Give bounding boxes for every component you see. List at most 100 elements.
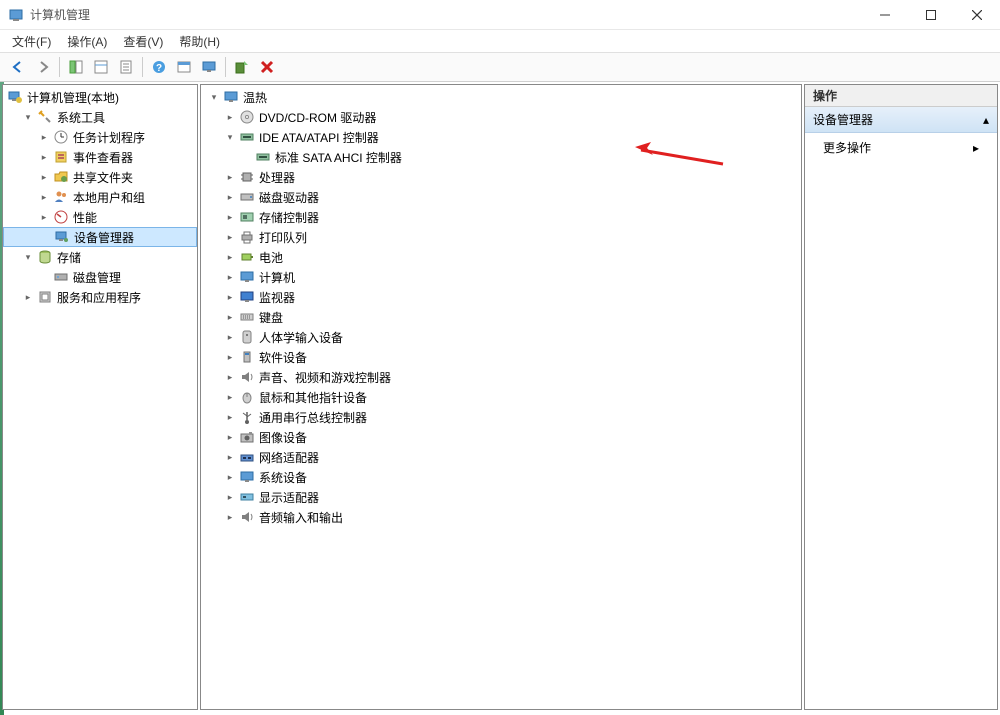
title-bar: 计算机管理 [0, 0, 1000, 30]
actions-section[interactable]: 设备管理器 ▴ [805, 107, 997, 133]
chevron-down-icon[interactable]: ▾ [223, 130, 237, 144]
device-dvd[interactable]: ▸DVD/CD-ROM 驱动器 [201, 107, 801, 127]
chevron-right-icon[interactable]: ▸ [223, 510, 237, 524]
chevron-right-icon[interactable]: ▸ [223, 210, 237, 224]
device-sound[interactable]: ▸声音、视频和游戏控制器 [201, 367, 801, 387]
users-icon [53, 189, 69, 205]
chevron-right-icon[interactable]: ▸ [223, 230, 237, 244]
actions-more[interactable]: 更多操作 ▸ [805, 133, 997, 162]
minimize-button[interactable] [862, 0, 908, 30]
device-computer[interactable]: ▸计算机 [201, 267, 801, 287]
chevron-right-icon[interactable]: ▸ [37, 150, 51, 164]
chevron-right-icon[interactable]: ▸ [223, 310, 237, 324]
system-icon [239, 469, 255, 485]
chevron-right-icon[interactable]: ▸ [223, 190, 237, 204]
actions-header: 操作 [805, 85, 997, 107]
device-audio-io[interactable]: ▸音频输入和输出 [201, 507, 801, 527]
device-disk-drives[interactable]: ▸磁盘驱动器 [201, 187, 801, 207]
chevron-right-icon[interactable]: ▸ [223, 290, 237, 304]
chevron-right-icon[interactable]: ▸ [223, 490, 237, 504]
chevron-right-icon[interactable]: ▸ [223, 390, 237, 404]
device-system[interactable]: ▸系统设备 [201, 467, 801, 487]
device-network[interactable]: ▸网络适配器 [201, 447, 801, 467]
chevron-right-icon[interactable]: ▸ [223, 330, 237, 344]
chevron-right-icon[interactable]: ▸ [223, 250, 237, 264]
chevron-right-icon[interactable]: ▸ [223, 270, 237, 284]
device-software[interactable]: ▸软件设备 [201, 347, 801, 367]
properties-button[interactable] [89, 55, 113, 79]
chevron-down-icon[interactable]: ▾ [21, 110, 35, 124]
chevron-right-icon[interactable]: ▸ [223, 410, 237, 424]
computer-node-icon [239, 269, 255, 285]
device-root[interactable]: ▾ 温热 [201, 87, 801, 107]
menu-view[interactable]: 查看(V) [117, 31, 169, 52]
device-display[interactable]: ▸显示适配器 [201, 487, 801, 507]
tree-shared-folders[interactable]: ▸ 共享文件夹 [3, 167, 197, 187]
chevron-right-icon[interactable]: ▸ [223, 110, 237, 124]
tree-services-apps[interactable]: ▸ 服务和应用程序 [3, 287, 197, 307]
chevron-right-icon[interactable]: ▸ [37, 170, 51, 184]
tree-local-users[interactable]: ▸ 本地用户和组 [3, 187, 197, 207]
close-button[interactable] [954, 0, 1000, 30]
export-list-button[interactable] [114, 55, 138, 79]
chevron-right-icon[interactable]: ▸ [223, 450, 237, 464]
menu-file[interactable]: 文件(F) [6, 31, 57, 52]
device-processor[interactable]: ▸处理器 [201, 167, 801, 187]
chevron-right-icon[interactable]: ▸ [223, 470, 237, 484]
device-hid[interactable]: ▸人体学输入设备 [201, 327, 801, 347]
menu-help[interactable]: 帮助(H) [173, 31, 226, 52]
help-button[interactable]: ? [147, 55, 171, 79]
tree-event-viewer[interactable]: ▸ 事件查看器 [3, 147, 197, 167]
chevron-down-icon[interactable]: ▾ [207, 90, 221, 104]
device-print-queue[interactable]: ▸打印队列 [201, 227, 801, 247]
console-tree[interactable]: 计算机管理(本地) ▾ 系统工具 ▸ 任务计划程序 ▸ 事件查看器 ▸ 共享文件… [2, 84, 198, 710]
cpu-icon [239, 169, 255, 185]
chevron-right-icon[interactable]: ▸ [21, 290, 35, 304]
back-button[interactable] [6, 55, 30, 79]
chevron-right-icon[interactable]: ▸ [223, 370, 237, 384]
mouse-icon [239, 389, 255, 405]
computer-button[interactable] [197, 55, 221, 79]
sound-icon [239, 369, 255, 385]
view-button[interactable] [172, 55, 196, 79]
device-sata-ahci[interactable]: 标准 SATA AHCI 控制器 [201, 147, 801, 167]
chevron-right-icon[interactable]: ▸ [37, 190, 51, 204]
delete-button[interactable] [255, 55, 279, 79]
device-storage-ctrl[interactable]: ▸存储控制器 [201, 207, 801, 227]
device-monitors[interactable]: ▸监视器 [201, 287, 801, 307]
disk-drive-icon [239, 189, 255, 205]
chevron-right-icon[interactable]: ▸ [37, 210, 51, 224]
chevron-down-icon[interactable]: ▾ [21, 250, 35, 264]
tree-disk-management[interactable]: 磁盘管理 [3, 267, 197, 287]
tree-device-manager[interactable]: 设备管理器 [3, 227, 197, 247]
device-battery[interactable]: ▸电池 [201, 247, 801, 267]
scan-hardware-button[interactable] [230, 55, 254, 79]
maximize-button[interactable] [908, 0, 954, 30]
device-usb[interactable]: ▸通用串行总线控制器 [201, 407, 801, 427]
device-imaging[interactable]: ▸图像设备 [201, 427, 801, 447]
device-ide[interactable]: ▾IDE ATA/ATAPI 控制器 [201, 127, 801, 147]
chevron-right-icon[interactable]: ▸ [223, 170, 237, 184]
audio-io-icon [239, 509, 255, 525]
show-hide-tree-button[interactable] [64, 55, 88, 79]
collapse-icon[interactable]: ▴ [983, 113, 989, 127]
forward-button[interactable] [31, 55, 55, 79]
device-keyboards[interactable]: ▸键盘 [201, 307, 801, 327]
computer-icon [223, 89, 239, 105]
monitor-icon [239, 289, 255, 305]
tree-storage[interactable]: ▾ 存储 [3, 247, 197, 267]
tree-task-scheduler[interactable]: ▸ 任务计划程序 [3, 127, 197, 147]
chevron-right-icon[interactable]: ▸ [223, 430, 237, 444]
tree-root[interactable]: 计算机管理(本地) [3, 87, 197, 107]
clock-icon [53, 129, 69, 145]
dvd-icon [239, 109, 255, 125]
tree-system-tools[interactable]: ▾ 系统工具 [3, 107, 197, 127]
actions-panel: 操作 设备管理器 ▴ 更多操作 ▸ [804, 84, 998, 710]
chevron-right-icon[interactable]: ▸ [37, 130, 51, 144]
device-tree[interactable]: ▾ 温热 ▸DVD/CD-ROM 驱动器 ▾IDE ATA/ATAPI 控制器 … [200, 84, 802, 710]
chevron-right-icon[interactable]: ▸ [223, 350, 237, 364]
menu-action[interactable]: 操作(A) [61, 31, 113, 52]
device-mice[interactable]: ▸鼠标和其他指针设备 [201, 387, 801, 407]
app-icon [8, 7, 24, 23]
tree-performance[interactable]: ▸ 性能 [3, 207, 197, 227]
